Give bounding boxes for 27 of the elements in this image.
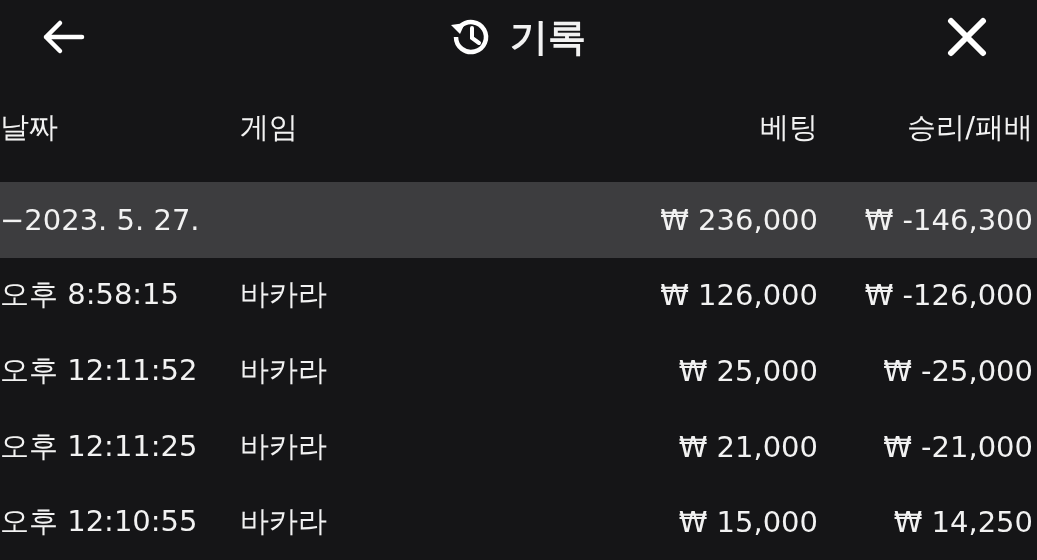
table-cell-text: 바카라 xyxy=(240,276,328,314)
column-header: 승리/패배 xyxy=(906,109,1033,147)
column-header: 베팅 xyxy=(759,109,818,147)
close-icon xyxy=(947,17,987,58)
table-cell-text: ₩ -146,300 xyxy=(863,202,1033,237)
date-group-row[interactable]: −2023. 5. 27. ₩ 236,000 ₩ -146,300 xyxy=(0,182,1037,258)
table-cell-text: ₩ 25,000 xyxy=(677,354,818,388)
table-cell-text: ₩ -126,000 xyxy=(863,278,1033,313)
table-cell-text: ₩ -21,000 xyxy=(882,429,1033,464)
column-header: 게임 xyxy=(240,109,299,147)
table-cell-text: 바카라 xyxy=(240,503,328,541)
table-cell-text: ₩ 14,250 xyxy=(892,505,1033,540)
window-title: 기록 xyxy=(509,13,586,61)
table-cell-text: 바카라 xyxy=(240,427,328,465)
table-cell-text: 오후 12:11:52 xyxy=(0,352,199,389)
table-cell-text: 바카라 xyxy=(240,352,328,389)
table-cell-text: ₩ 126,000 xyxy=(659,278,818,313)
column-header: 날짜 xyxy=(0,109,59,147)
close-button[interactable] xyxy=(947,17,987,58)
table-cell-text: ₩ -25,000 xyxy=(882,354,1033,388)
table-cell-text: 오후 8:58:15 xyxy=(0,276,180,314)
table-cell-text: ₩ 236,000 xyxy=(659,202,818,237)
table-cell-text: −2023. 5. 27. xyxy=(0,202,201,237)
table-cell-text: ₩ 21,000 xyxy=(677,429,818,464)
table-cell-text: 오후 12:11:25 xyxy=(0,427,199,465)
table-cell-text: 오후 12:10:55 xyxy=(0,503,199,541)
table-cell-text: ₩ 15,000 xyxy=(677,505,818,540)
